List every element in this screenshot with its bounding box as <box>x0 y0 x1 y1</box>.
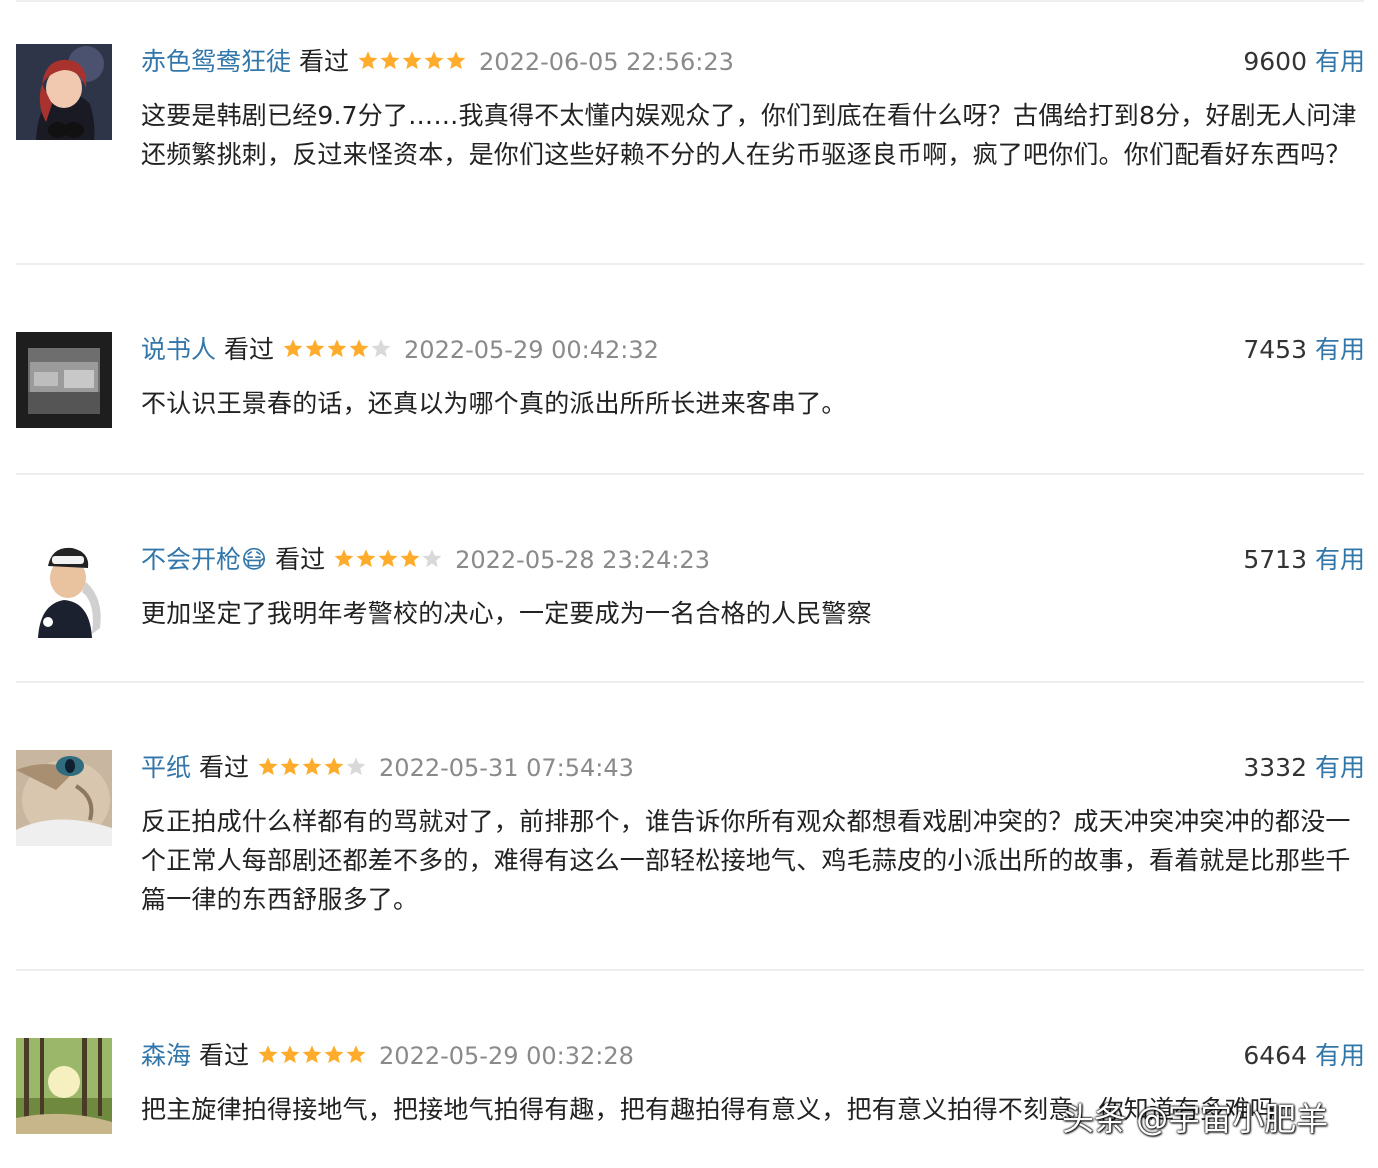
star-icon <box>356 549 376 568</box>
watch-status: 看过 <box>199 1041 250 1070</box>
review-date: 2022-05-31 07:54:43 <box>379 754 634 782</box>
avatar[interactable] <box>16 542 112 638</box>
vote-number: 3332 <box>1243 753 1307 782</box>
review-content: 反正拍成什么样都有的骂就对了，前排那个，谁告诉你所有观众都想看戏剧冲突的？成天冲… <box>141 807 1351 914</box>
star-icon <box>346 1045 366 1064</box>
review-header: 森海 看过 2022-05-29 00:32:28 6464 有用 <box>141 1038 1365 1074</box>
watermark: 头条 @宇宙小肥羊 <box>1062 1100 1329 1138</box>
helpful-button[interactable]: 有用 <box>1315 545 1365 574</box>
username-link[interactable]: 说书人 <box>141 335 216 364</box>
avatar[interactable] <box>16 44 112 140</box>
review-header: 平纸 看过 2022-05-31 07:54:43 3332 有用 <box>141 750 1365 786</box>
star-icon <box>280 1045 300 1064</box>
rating-stars <box>282 334 392 370</box>
vote-count: 7453 有用 <box>1243 332 1365 368</box>
review-divider <box>16 681 1364 683</box>
username-link[interactable]: 平纸 <box>141 753 191 782</box>
avatar-image <box>16 542 112 638</box>
review-content: 这要是韩剧已经9.7分了……我真得不太懂内娱观众了，你们到底在看什么呀？古偶给打… <box>141 101 1357 169</box>
rating-stars <box>257 752 367 788</box>
star-icon <box>327 339 347 358</box>
star-icon <box>446 51 466 70</box>
avatar[interactable] <box>16 1038 112 1134</box>
vote-number: 7453 <box>1243 335 1307 364</box>
vote-count: 3332 有用 <box>1243 750 1365 786</box>
star-icon <box>280 757 300 776</box>
avatar-image <box>16 44 112 140</box>
review-header: 不会开枪😷 看过 2022-05-28 23:24:23 5713 有用 <box>141 542 1365 578</box>
star-icon <box>378 549 398 568</box>
star-icon <box>358 51 378 70</box>
vote-count: 6464 有用 <box>1243 1038 1365 1074</box>
helpful-button[interactable]: 有用 <box>1315 753 1365 782</box>
avatar[interactable] <box>16 750 112 846</box>
helpful-button[interactable]: 有用 <box>1315 335 1365 364</box>
top-divider <box>16 0 1364 2</box>
vote-count: 5713 有用 <box>1243 542 1365 578</box>
review-header: 赤色鸳鸯狂徒 看过 2022-06-05 22:56:23 9600 有用 <box>141 44 1365 80</box>
rating-stars <box>357 46 467 82</box>
star-icon <box>371 339 391 358</box>
vote-number: 5713 <box>1243 545 1307 574</box>
review-divider <box>16 263 1364 265</box>
star-icon <box>258 1045 278 1064</box>
watch-status: 看过 <box>224 335 275 364</box>
review-divider <box>16 969 1364 971</box>
star-icon <box>324 1045 344 1064</box>
rating-stars <box>333 544 443 580</box>
avatar-image <box>16 1038 112 1134</box>
review-header: 说书人 看过 2022-05-29 00:42:32 7453 有用 <box>141 332 1365 368</box>
review-date: 2022-06-05 22:56:23 <box>479 48 734 76</box>
star-icon <box>302 1045 322 1064</box>
star-icon <box>334 549 354 568</box>
star-icon <box>283 339 303 358</box>
watch-status: 看过 <box>299 47 350 76</box>
star-icon <box>424 51 444 70</box>
star-icon <box>302 757 322 776</box>
vote-number: 9600 <box>1243 47 1307 76</box>
helpful-button[interactable]: 有用 <box>1315 47 1365 76</box>
star-icon <box>346 757 366 776</box>
avatar-image <box>16 750 112 846</box>
review-content: 更加坚定了我明年考警校的决心，一定要成为一名合格的人民警察 <box>141 599 872 628</box>
avatar-image <box>16 332 112 428</box>
star-icon <box>258 757 278 776</box>
star-icon <box>402 51 422 70</box>
helpful-button[interactable]: 有用 <box>1315 1041 1365 1070</box>
vote-number: 6464 <box>1243 1041 1307 1070</box>
star-icon <box>380 51 400 70</box>
star-icon <box>422 549 442 568</box>
review-date: 2022-05-28 23:24:23 <box>455 546 710 574</box>
star-icon <box>305 339 325 358</box>
rating-stars <box>257 1040 367 1076</box>
vote-count: 9600 有用 <box>1243 44 1365 80</box>
username-link[interactable]: 不会开枪😷 <box>141 545 267 574</box>
review-divider <box>16 473 1364 475</box>
watch-status: 看过 <box>275 545 326 574</box>
review-date: 2022-05-29 00:32:28 <box>379 1042 634 1070</box>
avatar[interactable] <box>16 332 112 428</box>
star-icon <box>400 549 420 568</box>
review-content: 不认识王景春的话，还真以为哪个真的派出所所长进来客串了。 <box>141 389 847 418</box>
review-date: 2022-05-29 00:42:32 <box>404 336 659 364</box>
username-link[interactable]: 赤色鸳鸯狂徒 <box>141 47 291 76</box>
watch-status: 看过 <box>199 753 250 782</box>
username-link[interactable]: 森海 <box>141 1041 191 1070</box>
star-icon <box>324 757 344 776</box>
star-icon <box>349 339 369 358</box>
